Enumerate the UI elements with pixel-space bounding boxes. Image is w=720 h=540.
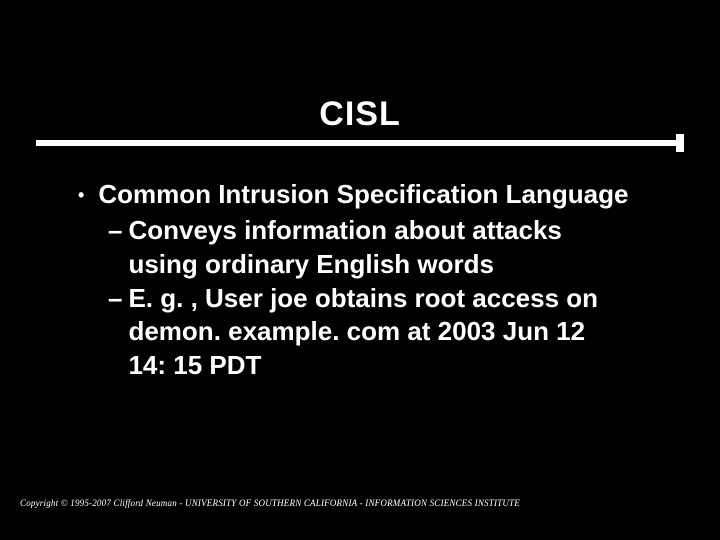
dash-icon: – xyxy=(108,214,122,248)
bullet-dot-icon: • xyxy=(78,178,84,212)
sub-list: – Conveys information about attacks usin… xyxy=(108,214,658,383)
sub-item: – E. g. , User joe obtains root access o… xyxy=(108,282,658,383)
title-divider xyxy=(36,140,684,146)
title-divider-tick xyxy=(676,134,684,152)
body-content: • Common Intrusion Specification Languag… xyxy=(78,178,658,383)
bullet-item: • Common Intrusion Specification Languag… xyxy=(78,178,658,212)
slide-title: CISL xyxy=(319,95,400,134)
dash-icon: – xyxy=(108,282,122,316)
title-area: CISL xyxy=(0,95,720,134)
sub-text: Conveys information about attacks using … xyxy=(128,214,658,282)
sub-item: – Conveys information about attacks usin… xyxy=(108,214,658,282)
bullet-text: Common Intrusion Specification Language xyxy=(98,178,658,212)
slide: CISL • Common Intrusion Specification La… xyxy=(0,0,720,540)
footer-copyright: Copyright © 1995-2007 Clifford Neuman - … xyxy=(20,498,520,508)
sub-text: E. g. , User joe obtains root access on … xyxy=(128,282,658,383)
